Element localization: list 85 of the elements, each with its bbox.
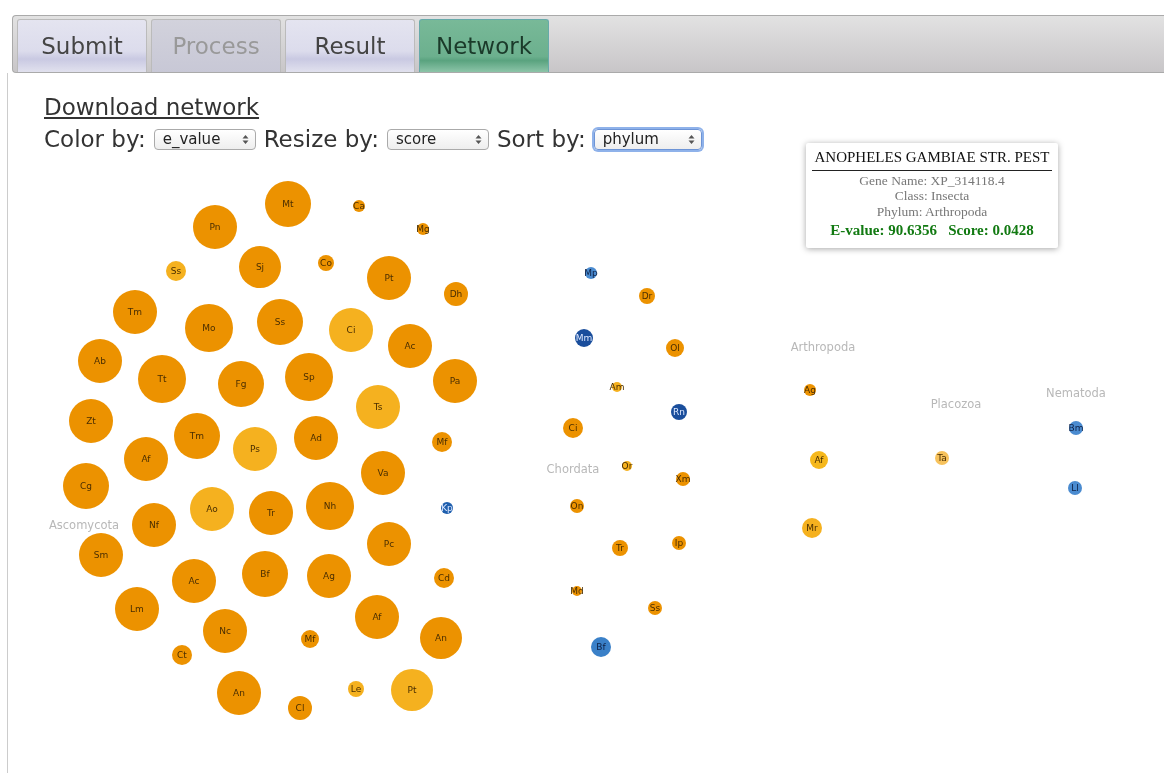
group-label: Arthropoda bbox=[790, 340, 856, 354]
node-bubble[interactable]: Mt bbox=[265, 181, 311, 227]
node-bubble[interactable]: Cl bbox=[288, 696, 312, 720]
updown-arrows-icon bbox=[687, 133, 695, 145]
node-bubble[interactable]: Rn bbox=[671, 404, 687, 420]
node-bubble[interactable]: Mo bbox=[185, 304, 233, 352]
control-label: Resize by: bbox=[263, 125, 379, 154]
node-bubble[interactable]: Sm bbox=[79, 533, 123, 577]
node-bubble[interactable]: Ag bbox=[804, 384, 816, 396]
node-bubble[interactable]: Mr bbox=[802, 518, 822, 538]
node-bubble[interactable]: Tm bbox=[174, 413, 220, 459]
node-bubble[interactable]: Ta bbox=[935, 451, 949, 465]
node-bubble[interactable]: An bbox=[420, 617, 462, 659]
node-bubble[interactable]: On bbox=[570, 499, 584, 513]
node-bubble[interactable]: Dh bbox=[444, 282, 468, 306]
download-network-link[interactable]: Download network bbox=[44, 95, 260, 121]
node-bubble[interactable]: Tt bbox=[138, 355, 186, 403]
node-bubble[interactable]: Tr bbox=[612, 540, 628, 556]
node-bubble[interactable]: Nf bbox=[132, 503, 176, 547]
node-bubble[interactable]: Tm bbox=[113, 290, 157, 334]
node-bubble[interactable]: Ci bbox=[563, 418, 583, 438]
node-bubble[interactable]: Nc bbox=[203, 609, 247, 653]
node-bubble[interactable]: Pa bbox=[433, 359, 477, 403]
group-label: Placozoa bbox=[930, 397, 982, 411]
tab[interactable]: Submit bbox=[17, 19, 147, 72]
select-dropdown[interactable]: e_value bbox=[153, 128, 256, 150]
node-bubble[interactable]: Af bbox=[810, 451, 828, 469]
node-bubble[interactable]: Ss bbox=[257, 299, 303, 345]
node-bubble[interactable]: Ac bbox=[172, 559, 216, 603]
select-dropdown[interactable]: phylum bbox=[593, 128, 702, 150]
node-bubble[interactable]: Ss bbox=[166, 261, 186, 281]
node-bubble[interactable]: Ll bbox=[1068, 481, 1082, 495]
node-bubble[interactable]: Sj bbox=[239, 246, 281, 288]
node-bubble[interactable]: Pt bbox=[391, 669, 433, 711]
node-bubble[interactable]: Pc bbox=[367, 522, 411, 566]
control-label: Color by: bbox=[44, 125, 146, 154]
node-bubble[interactable]: Le bbox=[348, 681, 364, 697]
group-label: Chordata bbox=[546, 462, 600, 476]
group-label: Ascomycota bbox=[48, 518, 120, 532]
node-bubble[interactable]: Ip bbox=[672, 536, 686, 550]
node-bubble[interactable]: Xm bbox=[675, 472, 691, 486]
node-bubble[interactable]: Ct bbox=[172, 645, 192, 665]
node-bubble[interactable]: Ab bbox=[78, 339, 122, 383]
node-bubble[interactable]: Pn bbox=[193, 205, 237, 249]
tab[interactable]: Result bbox=[285, 19, 415, 72]
updown-arrows-icon bbox=[241, 133, 249, 145]
node-bubble[interactable]: Kp bbox=[441, 502, 453, 514]
node-bubble[interactable]: Tr bbox=[249, 491, 293, 535]
node-bubble[interactable]: Ag bbox=[307, 554, 351, 598]
node-bubble[interactable]: Ci bbox=[329, 308, 373, 352]
node-bubble[interactable]: Dr bbox=[639, 288, 655, 304]
node-bubble[interactable]: Va bbox=[361, 451, 405, 495]
select-dropdown[interactable]: score bbox=[386, 128, 489, 150]
node-bubble[interactable]: Mf bbox=[301, 630, 319, 648]
node-bubble[interactable]: Ps bbox=[233, 427, 277, 471]
node-bubble[interactable]: Mg bbox=[416, 223, 430, 235]
node-bubble[interactable]: Ac bbox=[388, 324, 432, 368]
node-bubble[interactable]: Sp bbox=[285, 353, 333, 401]
node-bubble[interactable]: Af bbox=[355, 595, 399, 639]
updown-arrows-icon bbox=[474, 133, 482, 145]
node-bubble[interactable]: Ca bbox=[353, 200, 365, 212]
node-bubble[interactable]: Zt bbox=[69, 399, 113, 443]
node-bubble[interactable]: Fg bbox=[218, 361, 264, 407]
tab[interactable]: Network bbox=[419, 19, 549, 72]
node-bubble[interactable]: Bf bbox=[591, 637, 611, 657]
group-label: Nematoda bbox=[1046, 386, 1106, 400]
node-bubble[interactable]: Mm bbox=[575, 329, 593, 347]
node-bubble[interactable]: Pt bbox=[367, 256, 411, 300]
node-bubble[interactable]: Ts bbox=[356, 385, 400, 429]
node-bubble[interactable]: Nh bbox=[306, 482, 354, 530]
node-bubble[interactable]: Lm bbox=[115, 587, 159, 631]
node-bubble[interactable]: Ad bbox=[294, 416, 338, 460]
node-bubble[interactable]: Bm bbox=[1068, 421, 1084, 435]
node-tooltip: ANOPHELES GAMBIAE STR. PEST Gene Name: XP_314118.4 Class: Insecta Phylum: Arthropoda E-value: 90.6356 Score: 0.0428 bbox=[806, 143, 1058, 248]
node-bubble[interactable]: Co bbox=[318, 255, 334, 271]
node-bubble[interactable]: Cg bbox=[63, 463, 109, 509]
node-bubble[interactable]: Mf bbox=[432, 432, 452, 452]
node-bubble[interactable]: Bf bbox=[242, 551, 288, 597]
node-bubble[interactable]: Af bbox=[124, 437, 168, 481]
node-bubble[interactable]: An bbox=[217, 671, 261, 715]
node-bubble[interactable]: Cd bbox=[434, 568, 454, 588]
node-bubble[interactable]: Ao bbox=[190, 487, 234, 531]
node-bubble[interactable]: Ol bbox=[666, 339, 684, 357]
node-bubble[interactable]: Ss bbox=[648, 601, 662, 615]
control-label: Sort by: bbox=[496, 125, 586, 154]
